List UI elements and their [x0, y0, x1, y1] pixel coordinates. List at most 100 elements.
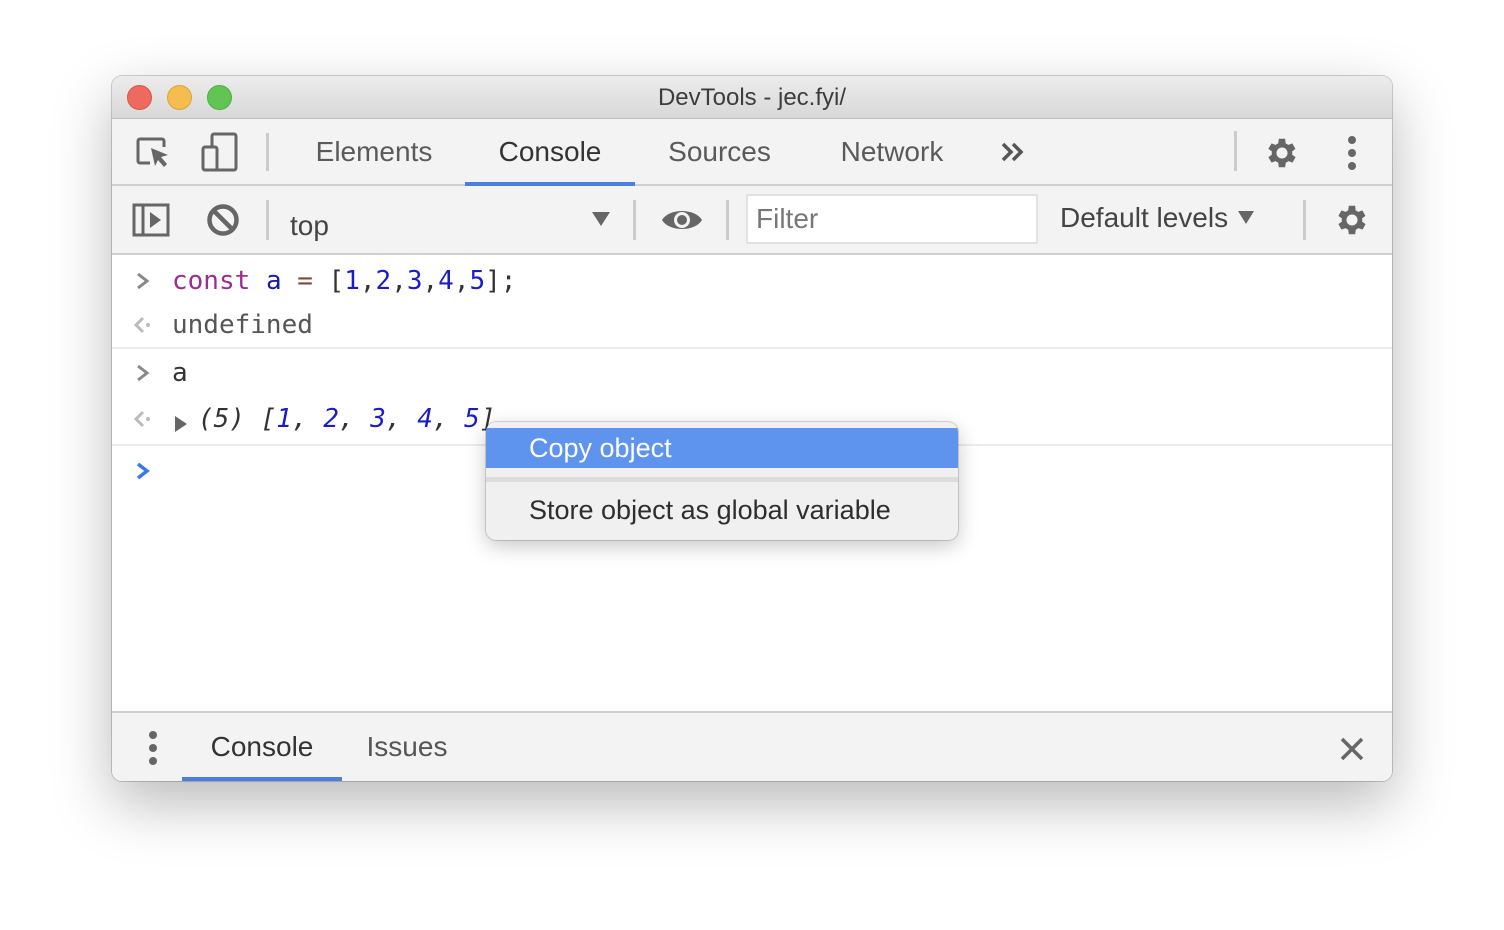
- menu-item-label: Copy object: [529, 432, 672, 463]
- console-output-array[interactable]: (5) [1, 2, 3, 4, 5]: [198, 404, 495, 434]
- devtools-window: DevTools - jec.fyi/ Elements Console Sou…: [112, 76, 1392, 781]
- log-levels-dropdown[interactable]: Default levels: [1060, 202, 1255, 234]
- drawer-tab-console[interactable]: Console: [182, 713, 342, 781]
- code-token: const: [172, 266, 251, 296]
- tab-label: Console: [498, 136, 602, 167]
- console-toolbar: top Default levels: [112, 186, 1392, 255]
- code-token: 3: [370, 404, 386, 434]
- chevron-down-icon: [592, 212, 610, 226]
- inspect-element-icon: [136, 137, 168, 167]
- code-token: undefined: [172, 310, 313, 340]
- window-title: DevTools - jec.fyi/: [657, 84, 847, 111]
- entry-divider: [112, 347, 1392, 349]
- code-token: 4: [417, 404, 433, 434]
- tab-label: Console: [210, 731, 314, 762]
- output-return-icon: [132, 314, 154, 336]
- code-token: ,: [391, 266, 407, 296]
- tab-label: Network: [840, 136, 944, 167]
- code-token: 5: [464, 404, 480, 434]
- code-token: ,: [359, 266, 376, 296]
- tab-label: Elements: [315, 136, 433, 167]
- code-token: 5: [469, 266, 486, 296]
- toolbar-divider: [266, 133, 269, 171]
- tab-label: Issues: [366, 731, 448, 762]
- menu-item-copy-object[interactable]: Copy object: [486, 428, 958, 468]
- show-sidebar-icon: [132, 203, 170, 237]
- device-toolbar-icon: [201, 132, 238, 172]
- input-prompt-icon: [132, 362, 154, 384]
- code-token: a: [172, 358, 188, 388]
- inspect-element-button[interactable]: [132, 133, 176, 173]
- console-output-row: undefined: [112, 303, 1392, 347]
- code-token: ];: [485, 266, 517, 296]
- console-settings-gear-icon: [1338, 205, 1366, 235]
- log-levels-label: Default levels: [1060, 202, 1229, 233]
- code-token: a: [265, 266, 282, 296]
- tab-elements[interactable]: Elements: [294, 119, 454, 185]
- code-token: ,: [422, 266, 439, 296]
- drawer-menu-icon: [149, 731, 157, 765]
- settings-gear-icon: [1268, 138, 1296, 168]
- code-token: =: [297, 266, 313, 296]
- active-prompt-icon: [132, 460, 154, 482]
- more-tabs-button[interactable]: [992, 135, 1034, 169]
- code-token: 2: [375, 266, 392, 296]
- clear-console-icon: [207, 204, 239, 236]
- drawer-tab-issues[interactable]: Issues: [352, 713, 462, 781]
- tab-console[interactable]: Console: [465, 119, 635, 186]
- tab-sources[interactable]: Sources: [647, 119, 792, 185]
- code-token: ,: [291, 404, 324, 434]
- toolbar-divider: [1234, 131, 1237, 171]
- code-token: 4: [438, 266, 454, 296]
- console-input-text: const a = [1,2,3,4,5];: [172, 266, 516, 296]
- clear-console-button[interactable]: [202, 200, 244, 240]
- drawer-menu-button[interactable]: [138, 729, 168, 767]
- filter-input[interactable]: [746, 194, 1038, 244]
- more-tabs-icon: [1001, 142, 1024, 162]
- console-input-text: a: [172, 358, 188, 388]
- code-token: ,: [432, 404, 465, 434]
- settings-button[interactable]: [1260, 131, 1304, 175]
- chevron-down-icon: [1238, 211, 1255, 224]
- close-drawer-icon: [1340, 737, 1364, 761]
- code-token: (5) [: [198, 404, 277, 434]
- toolbar-divider: [633, 200, 636, 240]
- toolbar-divider: [1303, 200, 1306, 240]
- tab-network[interactable]: Network: [817, 119, 967, 185]
- device-toolbar-button[interactable]: [198, 131, 242, 175]
- live-expression-eye-icon: [662, 211, 702, 229]
- close-drawer-button[interactable]: [1334, 731, 1370, 767]
- title-bar: DevTools - jec.fyi/: [112, 76, 1392, 119]
- toolbar-divider: [726, 200, 729, 240]
- code-token: 1: [344, 266, 360, 296]
- more-options-button[interactable]: [1334, 131, 1370, 175]
- live-expression-button[interactable]: [657, 200, 707, 240]
- output-return-icon: [132, 408, 154, 430]
- console-settings-button[interactable]: [1330, 198, 1374, 242]
- tab-label: Sources: [668, 136, 771, 167]
- menu-item-label: Store object as global variable: [529, 494, 891, 525]
- show-sidebar-button[interactable]: [130, 200, 172, 240]
- context-value: top: [290, 210, 329, 241]
- menu-item-store-global[interactable]: Store object as global variable: [486, 490, 958, 530]
- input-prompt-icon: [132, 270, 154, 292]
- context-selector[interactable]: top: [282, 194, 622, 246]
- code-token: ,: [453, 266, 470, 296]
- console-input-row: const a = [1,2,3,4,5];: [112, 259, 1392, 303]
- expand-triangle-icon[interactable]: [174, 410, 188, 440]
- more-options-icon: [1348, 136, 1356, 170]
- toolbar-divider: [266, 200, 269, 240]
- code-token: 3: [406, 266, 423, 296]
- console-output-text: undefined: [172, 310, 313, 340]
- code-token: 2: [323, 404, 339, 434]
- drawer-toolbar: Console Issues: [112, 711, 1392, 781]
- console-input-row: a: [112, 351, 1392, 395]
- code-token: 1: [276, 404, 292, 434]
- code-token: ,: [385, 404, 418, 434]
- menu-separator: [486, 477, 958, 482]
- code-token: ,: [338, 404, 371, 434]
- main-toolbar: Elements Console Sources Network: [112, 119, 1392, 186]
- context-menu: Copy object Store object as global varia…: [486, 422, 958, 540]
